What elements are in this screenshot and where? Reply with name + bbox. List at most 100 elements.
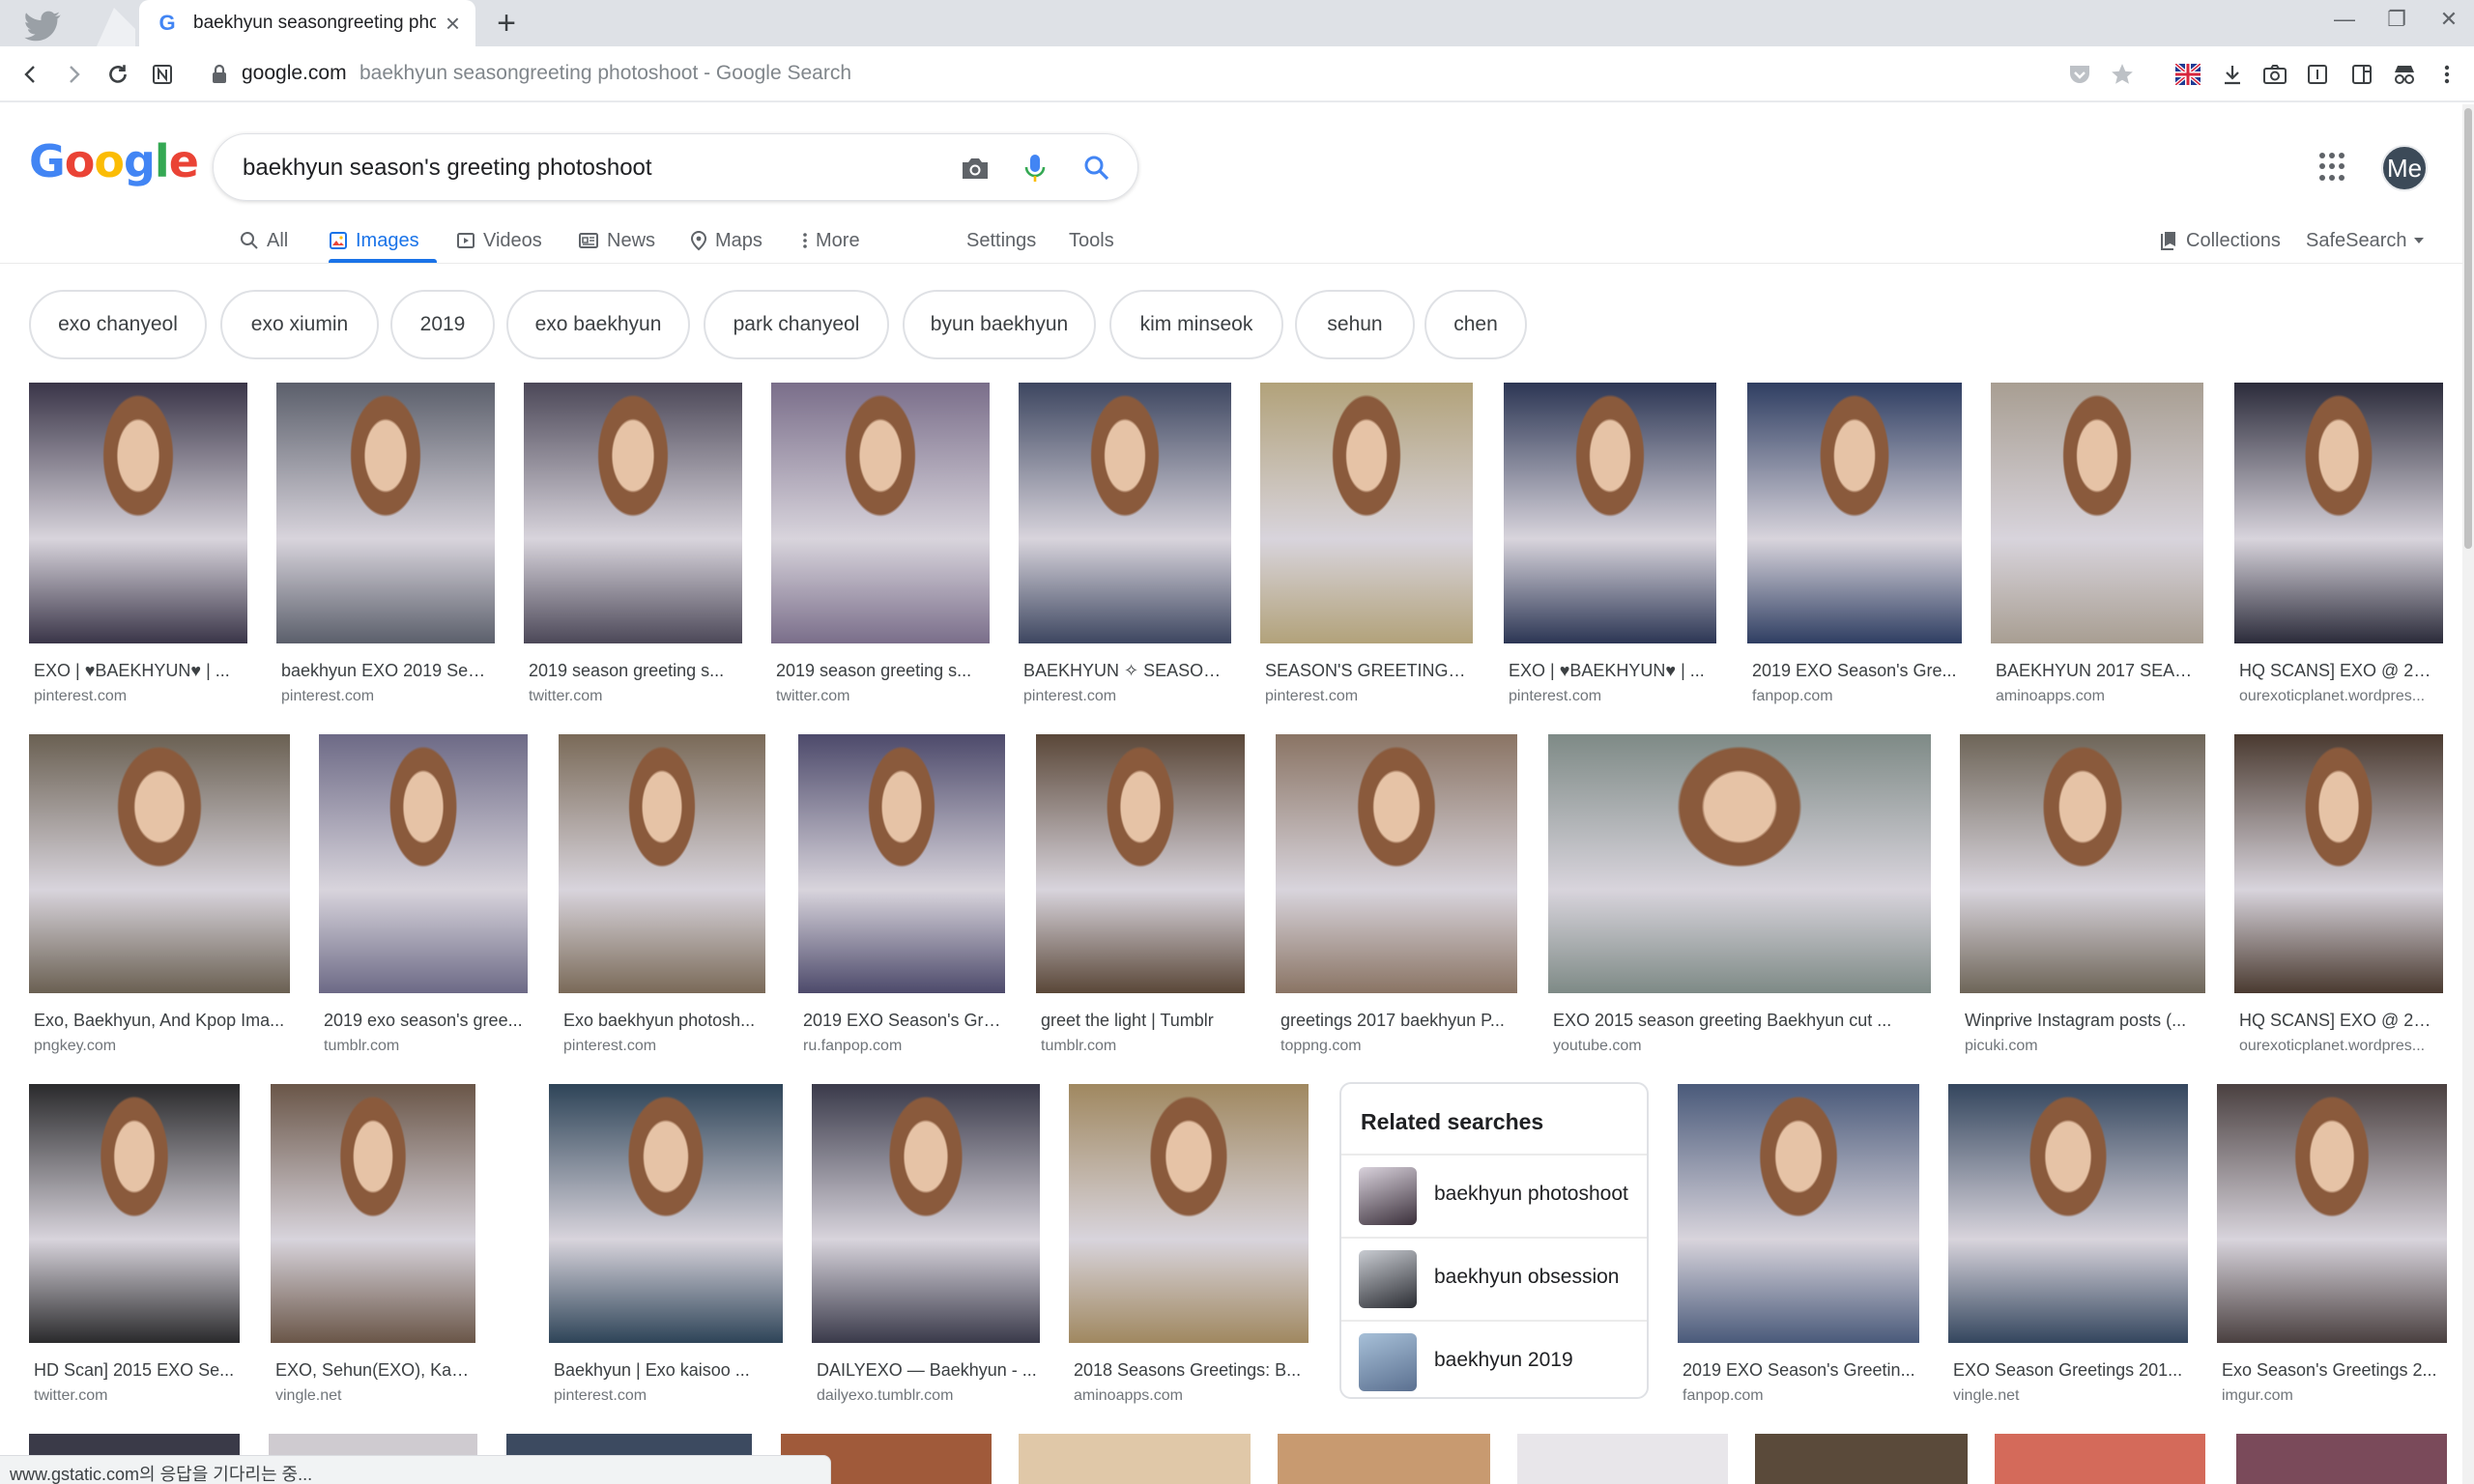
image-title[interactable]: 2019 exo season's gree... <box>324 1011 525 1031</box>
chip-park-chanyeol[interactable]: park chanyeol <box>704 290 889 359</box>
scrollbar-thumb[interactable] <box>2464 108 2472 549</box>
image-thumbnail[interactable] <box>771 383 990 643</box>
image-title[interactable]: EXO | ♥BAEKHYUN♥ | ... <box>34 661 245 681</box>
image-title[interactable]: HQ SCANS] EXO @ 201... <box>2239 661 2440 681</box>
image-result[interactable]: Baekhyun | Exo kaisoo ... pinterest.com <box>549 1084 783 1414</box>
image-thumbnail[interactable] <box>1276 734 1517 993</box>
account-avatar[interactable]: Me <box>2381 145 2428 191</box>
lock-icon[interactable] <box>211 64 228 90</box>
camera-search-icon[interactable] <box>958 151 992 186</box>
image-title[interactable]: 2019 season greeting s... <box>529 661 739 681</box>
google-apps-icon[interactable] <box>2319 153 2348 182</box>
image-result[interactable]: Exo, Baekhyun, And Kpop Ima... pngkey.com <box>29 734 290 1065</box>
image-result[interactable]: EXO | ♥BAEKHYUN♥ | ... pinterest.com <box>1504 383 1716 715</box>
image-result[interactable]: EXO | ♥BAEKHYUN♥ | ... pinterest.com <box>29 383 247 715</box>
image-thumbnail[interactable] <box>1036 734 1245 993</box>
image-title[interactable]: 2019 season greeting s... <box>776 661 987 681</box>
settings-link[interactable]: Settings <box>966 220 1036 261</box>
image-result[interactable]: BAEKHYUN 2017 SEAS... aminoapps.com <box>1991 383 2203 715</box>
image-title[interactable]: SEASON'S GREETINGS ... <box>1265 661 1470 681</box>
image-source[interactable]: pinterest.com <box>563 1038 762 1055</box>
image-thumbnail[interactable] <box>798 734 1005 993</box>
active-tab[interactable]: G baekhyun seasongreeting photoshoot - G… <box>139 0 475 46</box>
image-title[interactable]: HD Scan] 2015 EXO Se... <box>34 1360 237 1381</box>
image-source[interactable]: twitter.com <box>776 688 987 705</box>
image-thumbnail[interactable] <box>29 383 247 643</box>
image-thumbnail[interactable] <box>1960 734 2205 993</box>
image-title[interactable]: baekhyun EXO 2019 Sea... <box>281 661 492 681</box>
chip-chen[interactable]: chen <box>1424 290 1527 359</box>
image-result[interactable]: baekhyun EXO 2019 Sea... pinterest.com <box>276 383 495 715</box>
reload-icon[interactable] <box>101 57 135 92</box>
image-result[interactable] <box>1278 1434 1490 1484</box>
image-title[interactable]: 2019 EXO Season's Gre... <box>803 1011 1002 1031</box>
image-result[interactable]: Exo baekhyun photosh... pinterest.com <box>559 734 765 1065</box>
close-window-icon[interactable]: ✕ <box>2422 0 2474 39</box>
tab-more[interactable]: More <box>802 220 860 261</box>
image-result[interactable]: SEASON'S GREETINGS ... pinterest.com <box>1260 383 1473 715</box>
forward-icon[interactable] <box>56 57 91 92</box>
uk-flag-icon[interactable] <box>2171 57 2205 92</box>
image-title[interactable]: 2019 EXO Season's Greetin... <box>1683 1360 1916 1381</box>
image-source[interactable]: tumblr.com <box>324 1038 525 1055</box>
image-source[interactable]: imgur.com <box>2222 1387 2444 1405</box>
image-thumbnail[interactable] <box>812 1084 1040 1343</box>
tools-link[interactable]: Tools <box>1069 220 1114 261</box>
image-source[interactable]: toppng.com <box>1280 1038 1514 1055</box>
image-result[interactable] <box>1019 1434 1251 1484</box>
image-result[interactable]: 2019 EXO Season's Gre... fanpop.com <box>1747 383 1962 715</box>
image-title[interactable]: EXO | ♥BAEKHYUN♥ | ... <box>1509 661 1713 681</box>
image-title[interactable]: Baekhyun | Exo kaisoo ... <box>554 1360 780 1381</box>
image-title[interactable]: BAEKHYUN 2017 SEAS... <box>1996 661 2201 681</box>
download-icon[interactable] <box>2215 57 2250 92</box>
tab-news[interactable]: News <box>578 220 655 261</box>
image-result[interactable] <box>1995 1434 2205 1484</box>
image-source[interactable]: twitter.com <box>529 688 739 705</box>
image-thumbnail[interactable] <box>1747 383 1962 643</box>
image-source[interactable]: ru.fanpop.com <box>803 1038 1002 1055</box>
image-thumbnail[interactable] <box>1019 383 1231 643</box>
image-result[interactable]: DAILYEXO — Baekhyun - ... dailyexo.tumblr… <box>812 1084 1040 1414</box>
image-title[interactable]: greet the light | Tumblr <box>1041 1011 1242 1031</box>
image-source[interactable]: picuki.com <box>1965 1038 2202 1055</box>
image-result[interactable]: greetings 2017 baekhyun P... toppng.com <box>1276 734 1517 1065</box>
related-search-item[interactable]: baekhyun photoshoot <box>1341 1154 1647 1235</box>
search-icon[interactable] <box>1079 151 1114 186</box>
image-title[interactable]: Exo, Baekhyun, And Kpop Ima... <box>34 1011 287 1031</box>
image-source[interactable]: pinterest.com <box>281 688 492 705</box>
incognito-profile-icon[interactable] <box>2387 57 2422 92</box>
image-source[interactable]: pinterest.com <box>34 688 245 705</box>
browser-menu-icon[interactable] <box>2430 57 2464 92</box>
image-title[interactable]: EXO Season Greetings 201... <box>1953 1360 2185 1381</box>
image-result[interactable]: Exo Season's Greetings 2... imgur.com <box>2217 1084 2447 1414</box>
reader-mode-icon[interactable] <box>2300 57 2335 92</box>
image-source[interactable]: vingle.net <box>1953 1387 2185 1405</box>
new-tab-button[interactable]: + <box>489 5 524 42</box>
image-thumbnail[interactable] <box>2234 383 2443 643</box>
image-thumbnail[interactable] <box>2217 1084 2447 1343</box>
image-source[interactable]: pinterest.com <box>554 1387 780 1405</box>
collections-link[interactable]: Collections <box>2159 220 2281 261</box>
image-thumbnail[interactable] <box>1260 383 1473 643</box>
chip-exo-xiumin[interactable]: exo xiumin <box>220 290 379 359</box>
image-thumbnail[interactable] <box>1678 1084 1919 1343</box>
tab-all[interactable]: All <box>240 220 288 261</box>
image-thumbnail[interactable] <box>1991 383 2203 643</box>
image-thumbnail[interactable] <box>29 734 290 993</box>
image-result[interactable]: 2019 season greeting s... twitter.com <box>771 383 990 715</box>
related-search-item[interactable]: baekhyun 2019 <box>1341 1320 1647 1401</box>
url-domain[interactable]: google.com <box>242 62 347 85</box>
minimize-icon[interactable]: — <box>2317 0 2372 39</box>
tab-maps[interactable]: Maps <box>690 220 762 261</box>
chip-exo-chanyeol[interactable]: exo chanyeol <box>29 290 207 359</box>
image-title[interactable]: Exo baekhyun photosh... <box>563 1011 762 1031</box>
image-source[interactable]: pinterest.com <box>1023 688 1228 705</box>
image-result[interactable]: greet the light | Tumblr tumblr.com <box>1036 734 1245 1065</box>
image-title[interactable]: 2019 EXO Season's Gre... <box>1752 661 1959 681</box>
image-source[interactable]: fanpop.com <box>1683 1387 1916 1405</box>
image-result[interactable]: HQ SCANS] EXO @ 201... ourexoticplanet.wo… <box>2234 734 2443 1065</box>
image-result[interactable]: EXO 2015 season greeting Baekhyun cut ..… <box>1548 734 1931 1065</box>
image-result[interactable] <box>2236 1434 2447 1484</box>
related-search-item[interactable]: baekhyun obsession <box>1341 1237 1647 1318</box>
image-result[interactable]: EXO Season Greetings 201... vingle.net <box>1948 1084 2188 1414</box>
